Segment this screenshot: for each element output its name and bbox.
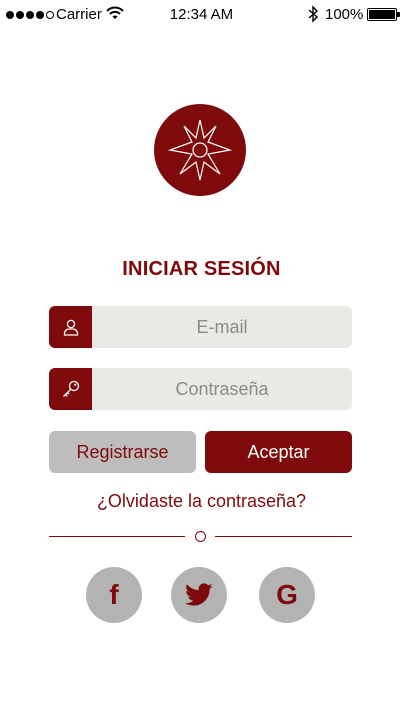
password-input[interactable]	[92, 368, 352, 410]
twitter-icon	[185, 583, 213, 606]
forgot-password-link[interactable]: ¿Olvidaste la contraseña?	[0, 491, 403, 512]
battery-percent: 100%	[325, 6, 364, 23]
divider-right	[215, 536, 352, 537]
status-bar: Carrier 12:34 AM 100%	[0, 0, 403, 30]
accept-button[interactable]: Aceptar	[205, 431, 352, 473]
user-icon	[49, 306, 92, 348]
facebook-login-button[interactable]: f	[86, 567, 142, 623]
register-button[interactable]: Registrarse	[49, 431, 196, 473]
google-icon: G	[276, 579, 298, 610]
battery-icon	[367, 8, 400, 21]
email-input[interactable]	[92, 306, 352, 348]
password-field-container	[49, 368, 352, 410]
compass-star-logo	[154, 104, 246, 196]
google-login-button[interactable]: G	[259, 567, 315, 623]
divider-left	[49, 536, 185, 537]
key-icon	[49, 368, 92, 410]
twitter-login-button[interactable]	[171, 567, 227, 623]
bluetooth-icon	[308, 5, 319, 23]
email-field-container	[49, 306, 352, 348]
facebook-icon: f	[109, 579, 119, 610]
divider-circle	[195, 531, 206, 542]
page-title: INICIAR SESIÓN	[122, 258, 281, 280]
